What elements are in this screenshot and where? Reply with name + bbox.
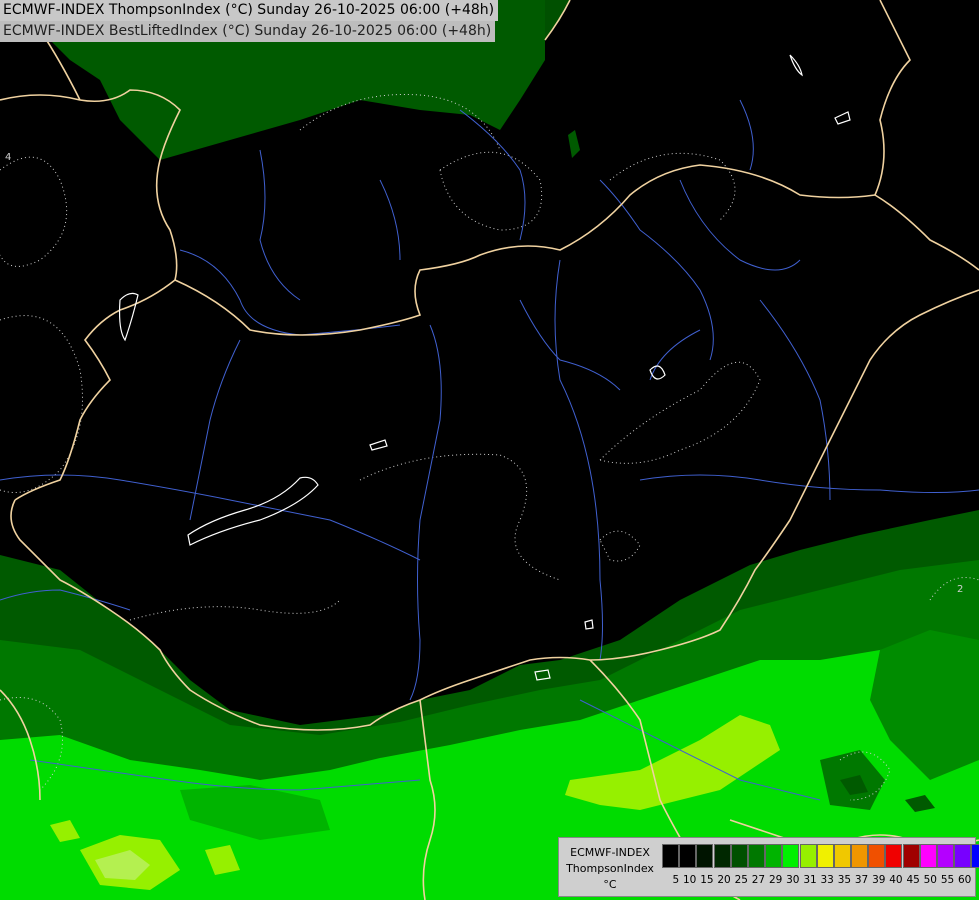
legend-tick-label: 27 [751,874,766,886]
legend-tick-label: 60 [958,874,972,886]
legend-model: ECMWF-INDEX [570,846,650,859]
legend: ECMWF-INDEX ThompsonIndex °C 5 10 15 20 25 27… [558,837,979,897]
legend-swatch [919,844,937,868]
legend-tick-label: 15 [700,874,714,886]
legend-tick-label: 5 [672,874,680,886]
legend-ticks: 5 10 15 20 25 27 29 30 31 33 35 37 39 40 45 50 55 60 [662,874,972,886]
legend-swatch [816,844,834,868]
legend-swatch [782,844,800,868]
legend-swatch [679,844,697,868]
legend-swatch [730,844,748,868]
title-thompson-index: ECMWF-INDEX ThompsonIndex (°C) Sunday 26… [0,0,499,21]
legend-swatches [662,844,979,868]
legend-tick-label: 55 [940,874,955,886]
legend-swatch [954,844,972,868]
legend-swatch [747,844,765,868]
legend-swatch [885,844,903,868]
legend-tick-label: 40 [889,874,903,886]
legend-swatch [902,844,920,868]
legend-tick-label: 20 [717,874,731,886]
legend-swatch [868,844,886,868]
legend-swatch [662,844,679,868]
legend-tick-label: 31 [803,874,817,886]
legend-tick-label: 35 [837,874,852,886]
contour-label-east: 2 [957,584,963,595]
legend-unit: °C [603,878,617,891]
legend-tick-label: 45 [906,874,920,886]
legend-swatch [971,844,979,868]
legend-tick-label: 25 [734,874,748,886]
legend-parameter: ThompsonIndex [566,862,654,875]
legend-tick-label: 50 [923,874,937,886]
forecast-map: 4 2 [0,0,979,900]
legend-swatch [937,844,954,868]
legend-tick-label: 29 [768,874,783,886]
legend-swatch [713,844,731,868]
legend-swatch [696,844,714,868]
legend-swatch [799,844,817,868]
legend-swatch [765,844,783,868]
legend-tick-label: 10 [683,874,697,886]
legend-tick-label: 30 [786,874,800,886]
title-bestlifted-index: ECMWF-INDEX BestLiftedIndex (°C) Sunday … [0,21,496,42]
contour-label-west: 4 [5,152,11,163]
legend-tick-label: 37 [854,874,869,886]
legend-swatch [833,844,851,868]
legend-tick-label: 39 [872,874,886,886]
legend-swatch [851,844,869,868]
legend-tick-label: 33 [820,874,834,886]
